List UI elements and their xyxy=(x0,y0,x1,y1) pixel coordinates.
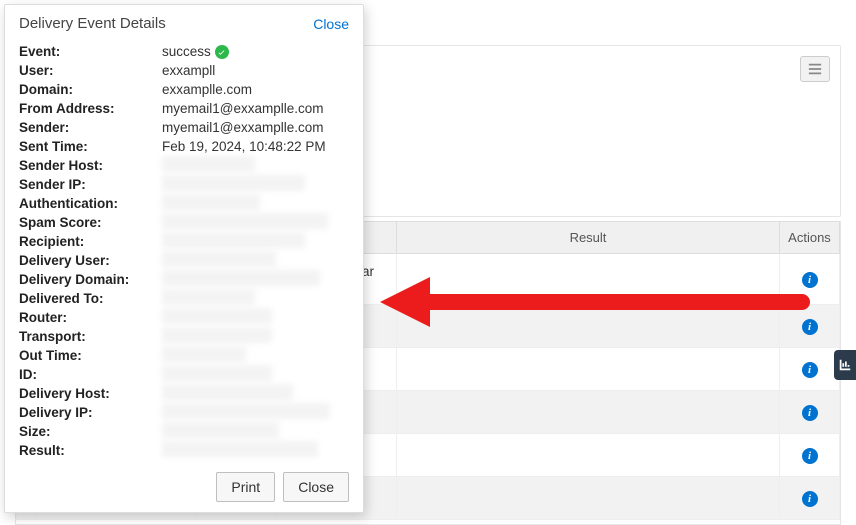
detail-value: Feb 19, 2024, 10:48:22 PM xyxy=(162,137,349,156)
col-header-actions[interactable]: Actions xyxy=(780,222,840,254)
detail-row: Result: xyxy=(19,441,349,460)
modal-header: Delivery Event Details Close xyxy=(5,5,363,38)
modal-title: Delivery Event Details xyxy=(19,15,166,32)
detail-row: Authentication: xyxy=(19,194,349,213)
detail-value xyxy=(162,251,349,270)
detail-label: Authentication: xyxy=(19,194,162,213)
detail-row: From Address:myemail1@exxamplle.com xyxy=(19,99,349,118)
cell-actions: i xyxy=(780,477,840,520)
detail-row: Sender:myemail1@exxamplle.com xyxy=(19,118,349,137)
cell-result xyxy=(397,348,780,391)
info-icon[interactable]: i xyxy=(802,362,818,378)
detail-row: Spam Score: xyxy=(19,213,349,232)
detail-value: exxamplle.com xyxy=(162,80,349,99)
cell-actions: i xyxy=(780,434,840,477)
detail-value xyxy=(162,403,349,422)
success-check-icon xyxy=(215,45,229,59)
detail-row: Recipient: xyxy=(19,232,349,251)
detail-row: Delivery User: xyxy=(19,251,349,270)
detail-value xyxy=(162,194,349,213)
detail-label: Out Time: xyxy=(19,346,162,365)
detail-label: User: xyxy=(19,61,162,80)
detail-label: Sender Host: xyxy=(19,156,162,175)
cell-result xyxy=(397,434,780,477)
detail-list: Event:successUser:exxampllDomain:exxampl… xyxy=(5,38,363,464)
detail-label: Transport: xyxy=(19,327,162,346)
close-button[interactable]: Close xyxy=(283,472,349,502)
detail-value: myemail1@exxamplle.com xyxy=(162,118,349,137)
detail-row: Domain:exxamplle.com xyxy=(19,80,349,99)
detail-value xyxy=(162,175,349,194)
detail-value xyxy=(162,384,349,403)
info-icon[interactable]: i xyxy=(802,491,818,507)
detail-value: exxampll xyxy=(162,61,349,80)
detail-value xyxy=(162,308,349,327)
detail-value xyxy=(162,346,349,365)
detail-label: Domain: xyxy=(19,80,162,99)
cell-actions: i xyxy=(780,254,840,305)
detail-row: Sent Time:Feb 19, 2024, 10:48:22 PM xyxy=(19,137,349,156)
modal-close-link[interactable]: Close xyxy=(313,16,349,32)
print-button[interactable]: Print xyxy=(216,472,275,502)
cell-result xyxy=(397,305,780,348)
detail-value xyxy=(162,270,349,289)
detail-label: From Address: xyxy=(19,99,162,118)
cell-result xyxy=(397,477,780,520)
detail-row: Event:success xyxy=(19,42,349,61)
detail-row: Delivery Host: xyxy=(19,384,349,403)
detail-row: Out Time: xyxy=(19,346,349,365)
detail-label: Delivery User: xyxy=(19,251,162,270)
detail-value xyxy=(162,156,349,175)
detail-row: Size: xyxy=(19,422,349,441)
detail-label: Event: xyxy=(19,42,162,61)
detail-value xyxy=(162,365,349,384)
cell-result xyxy=(397,391,780,434)
detail-label: Delivery Domain: xyxy=(19,270,162,289)
info-icon[interactable]: i xyxy=(802,448,818,464)
info-icon[interactable]: i xyxy=(802,319,818,335)
detail-row: Router: xyxy=(19,308,349,327)
detail-label: Recipient: xyxy=(19,232,162,251)
list-icon xyxy=(808,62,822,76)
detail-label: ID: xyxy=(19,365,162,384)
detail-label: Delivery IP: xyxy=(19,403,162,422)
view-toggle-button[interactable] xyxy=(800,56,830,82)
chart-icon xyxy=(838,358,852,372)
stats-side-tab[interactable] xyxy=(834,350,856,380)
cell-actions: i xyxy=(780,348,840,391)
detail-label: Sender: xyxy=(19,118,162,137)
cell-result xyxy=(397,254,780,305)
detail-row: Sender Host: xyxy=(19,156,349,175)
detail-value xyxy=(162,213,349,232)
detail-label: Sender IP: xyxy=(19,175,162,194)
detail-label: Size: xyxy=(19,422,162,441)
detail-value xyxy=(162,232,349,251)
detail-row: ID: xyxy=(19,365,349,384)
detail-row: User:exxampll xyxy=(19,61,349,80)
detail-label: Delivery Host: xyxy=(19,384,162,403)
detail-value: myemail1@exxamplle.com xyxy=(162,99,349,118)
detail-row: Delivery IP: xyxy=(19,403,349,422)
delivery-event-modal: Delivery Event Details Close Event:succe… xyxy=(4,4,364,513)
detail-label: Delivered To: xyxy=(19,289,162,308)
cell-actions: i xyxy=(780,391,840,434)
col-header-result[interactable]: Result xyxy=(397,222,780,254)
detail-row: Delivered To: xyxy=(19,289,349,308)
modal-actions: Print Close xyxy=(5,464,363,506)
info-icon[interactable]: i xyxy=(802,405,818,421)
detail-value xyxy=(162,441,349,460)
detail-value xyxy=(162,289,349,308)
detail-row: Transport: xyxy=(19,327,349,346)
info-icon[interactable]: i xyxy=(802,272,818,288)
detail-value xyxy=(162,422,349,441)
detail-row: Sender IP: xyxy=(19,175,349,194)
cell-actions: i xyxy=(780,305,840,348)
detail-value xyxy=(162,327,349,346)
detail-row: Delivery Domain: xyxy=(19,270,349,289)
detail-label: Result: xyxy=(19,441,162,460)
detail-label: Router: xyxy=(19,308,162,327)
detail-label: Spam Score: xyxy=(19,213,162,232)
detail-value: success xyxy=(162,42,349,61)
detail-label: Sent Time: xyxy=(19,137,162,156)
